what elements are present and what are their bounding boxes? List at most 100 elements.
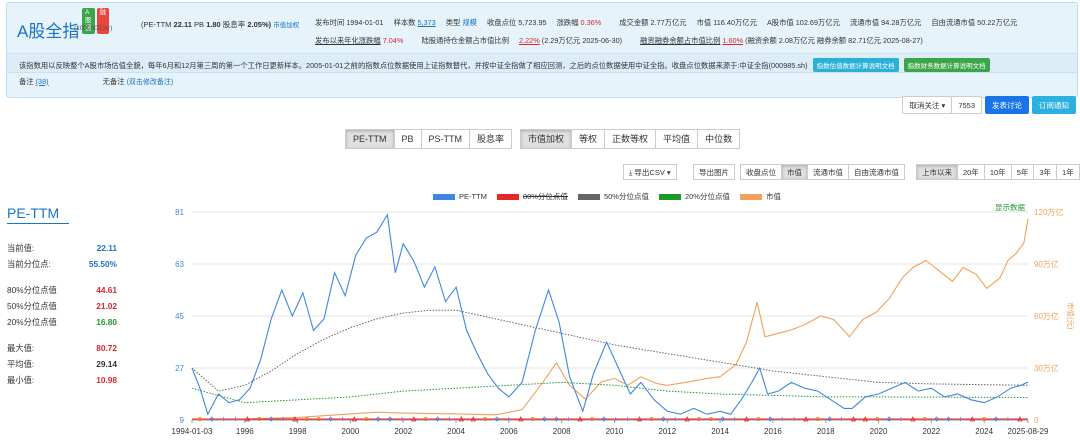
valuation-doc-button[interactable]: 指数估值数据计算说明文档 bbox=[812, 58, 899, 72]
pe-ttm-value: 22.11 bbox=[173, 20, 192, 29]
range-5y[interactable]: 5年 bbox=[1010, 164, 1035, 180]
float-market-cap: 流通市值 94.28万亿元 bbox=[849, 18, 922, 27]
follow-bar: 取消关注 ▾ 7553 发表讨论 订阅通知 bbox=[902, 96, 1076, 114]
y-left-tick-label: 81 bbox=[175, 208, 184, 217]
y-right-tick-label: 60万亿 bbox=[1034, 311, 1059, 321]
tab-equal-weight[interactable]: 等权 bbox=[571, 129, 606, 149]
tab-cap-weight[interactable]: 市值加权 bbox=[520, 129, 573, 149]
discuss-button[interactable]: 发表讨论 bbox=[985, 96, 1029, 114]
x-tick-label: 1996 bbox=[236, 427, 254, 436]
toggle-market-cap[interactable]: 市值 bbox=[781, 164, 808, 180]
p50-value: 21.02 bbox=[96, 301, 117, 311]
pe-ttm-chart[interactable]: 81 63 45 27 9 120万亿 90万亿 60万亿 30万亿 0 市值(元) 显示数据 1994… bbox=[160, 200, 1080, 441]
publish-date: 发布时间 1994-01-01 bbox=[315, 18, 384, 27]
series-line-p20 bbox=[191, 381, 1029, 404]
page-title: A股全指 bbox=[17, 22, 80, 41]
type-link[interactable]: 规模 bbox=[462, 18, 477, 27]
tab-dividend[interactable]: 股息率 bbox=[469, 129, 513, 149]
index-code: (1000002.lxr) bbox=[74, 25, 113, 32]
export-image-button[interactable]: 导出图片 bbox=[693, 164, 735, 180]
export-csv-button[interactable]: ⤓ 导出CSV ▾ bbox=[623, 164, 677, 180]
note-count-link[interactable]: (38) bbox=[36, 77, 49, 86]
x-tick-label: 2002 bbox=[394, 427, 412, 436]
stats-panel: PE-TTM 当前值: 22.11 当前分位点: 55.50% 80%分位点值 44.… bbox=[7, 205, 117, 385]
x-tick-label: 2000 bbox=[342, 427, 360, 436]
edit-note-link[interactable]: (双击修改备注) bbox=[127, 79, 174, 86]
y-right-tick-label: 90万亿 bbox=[1034, 259, 1059, 269]
index-description: 该指数用以反映整个A股市场估值全貌，每年6月和12月第三周的第一个工作日更新样本… bbox=[7, 53, 1077, 73]
x-tick-label: 2022 bbox=[922, 427, 940, 436]
connect-ratio-link[interactable]: 2.22% bbox=[519, 36, 540, 45]
y-right-tick-label: 30万亿 bbox=[1034, 363, 1059, 373]
sample-count-link[interactable]: 5,373 bbox=[417, 18, 435, 27]
min-value: 10.98 bbox=[96, 375, 117, 385]
range-1y[interactable]: 1年 bbox=[1056, 164, 1080, 180]
y-left-tick-label: 45 bbox=[175, 312, 184, 321]
x-tick-label: 2012 bbox=[658, 427, 676, 436]
show-data-link: 显示数据 bbox=[995, 202, 1025, 212]
change-value: 0.36% bbox=[580, 18, 602, 27]
tab-average[interactable]: 平均值 bbox=[655, 129, 699, 149]
download-icon: ⤓ bbox=[629, 168, 633, 177]
p80-value: 44.61 bbox=[96, 285, 117, 295]
y-right-axis-label: 市值(元) bbox=[1066, 302, 1076, 330]
tab-positive-equal[interactable]: 正数等权 bbox=[604, 129, 657, 149]
avg-value: 29.14 bbox=[96, 359, 117, 369]
range-10y[interactable]: 10年 bbox=[983, 164, 1012, 180]
subscribe-button[interactable]: 订阅通知 bbox=[1032, 96, 1076, 114]
x-tick-label: 2018 bbox=[817, 427, 835, 436]
y-right-tick-label: 120万亿 bbox=[1034, 207, 1063, 217]
caret-down-icon: ▾ bbox=[941, 101, 946, 110]
tab-pb[interactable]: PB bbox=[393, 129, 422, 149]
pb-value: 1.80 bbox=[206, 20, 221, 29]
index-info-panel: A股通 融 A股全指 (1000002.lxr) (PE-TTM 22.11 P… bbox=[6, 2, 1078, 98]
range-20y[interactable]: 20年 bbox=[957, 164, 985, 180]
margin-ratio-link[interactable]: 1.60% bbox=[722, 36, 743, 45]
p20-value: 16.80 bbox=[96, 317, 117, 327]
close-point: 收盘点位 5,723.95 bbox=[486, 18, 547, 27]
stats-row-2: 发布以来年化涨跌幅 7.04% 陆股通持仓金额占市值比例 2.22% (2.29… bbox=[315, 36, 923, 45]
tab-ps-ttm[interactable]: PS-TTM bbox=[420, 129, 471, 149]
x-tick-label: 2025-08-29 bbox=[1008, 427, 1049, 436]
x-tick-label: 2016 bbox=[764, 427, 782, 436]
free-float-market-cap: 自由流通市值 50.22万亿元 bbox=[931, 18, 1018, 27]
metric-title: PE-TTM bbox=[7, 205, 69, 224]
a-share-market-cap: A股市值 102.69万亿元 bbox=[766, 18, 840, 27]
unfollow-dropdown[interactable]: 取消关注 ▾ bbox=[902, 96, 953, 114]
export-csv-group: ⤓ 导出CSV ▾ bbox=[623, 164, 677, 180]
quick-valuation: (PE-TTM 22.11 PB 1.80 股息率 2.05%) 市值加权 bbox=[141, 20, 300, 29]
x-tick-label: 2010 bbox=[606, 427, 624, 436]
y-left-tick-label: 9 bbox=[180, 416, 185, 425]
market-cap-weight-link[interactable]: 市值加权 bbox=[273, 22, 299, 29]
margin-ratio-label[interactable]: 融资融券余额占市值比例 bbox=[640, 36, 720, 45]
y-left-tick-label: 27 bbox=[175, 364, 184, 373]
y-right-tick-label: 0 bbox=[1034, 416, 1039, 425]
toggle-close-point[interactable]: 收盘点位 bbox=[740, 164, 782, 180]
tab-pe-ttm[interactable]: PE-TTM bbox=[345, 129, 395, 149]
annualized-change-link[interactable]: 发布以来年化涨跌幅 bbox=[315, 36, 381, 45]
x-tick-label: 2014 bbox=[711, 427, 729, 436]
series-line-market-cap bbox=[191, 218, 1029, 421]
x-tick-label: 2020 bbox=[870, 427, 888, 436]
range-tabs: 上市以来 20年 10年 5年 3年 1年 bbox=[916, 164, 1080, 180]
current-percentile: 55.50% bbox=[88, 259, 117, 269]
metric-tabs: PE-TTM PB PS-TTM 股息率 bbox=[345, 129, 513, 149]
turnover: 成交金额 2.77万亿元 bbox=[619, 18, 687, 27]
y-left-tick-label: 63 bbox=[175, 260, 184, 269]
financial-doc-button[interactable]: 指数财务数据计算说明文档 bbox=[903, 58, 990, 72]
x-tick-label: 1994-01-03 bbox=[172, 427, 213, 436]
max-value: 80.72 bbox=[96, 343, 117, 353]
x-tick-label: 2004 bbox=[447, 427, 465, 436]
export-image-group: 导出图片 bbox=[693, 164, 735, 180]
current-value: 22.11 bbox=[96, 243, 117, 253]
toggle-free-float-cap[interactable]: 自由流通市值 bbox=[848, 164, 905, 180]
toggle-float-cap[interactable]: 流通市值 bbox=[807, 164, 849, 180]
market-cap: 市值 116.40万亿元 bbox=[696, 18, 757, 27]
range-3y[interactable]: 3年 bbox=[1033, 164, 1058, 180]
range-since-listing[interactable]: 上市以来 bbox=[916, 164, 958, 180]
series-toggle-group: 收盘点位 市值 流通市值 自由流通市值 bbox=[740, 164, 905, 180]
stats-row-1: 发布时间 1994-01-01 样本数 5,373 类型 规模 收盘点位 5,723… bbox=[315, 18, 1018, 27]
tab-median[interactable]: 中位数 bbox=[697, 129, 741, 149]
follower-count: 7553 bbox=[951, 96, 982, 114]
x-tick-label: 1998 bbox=[289, 427, 307, 436]
